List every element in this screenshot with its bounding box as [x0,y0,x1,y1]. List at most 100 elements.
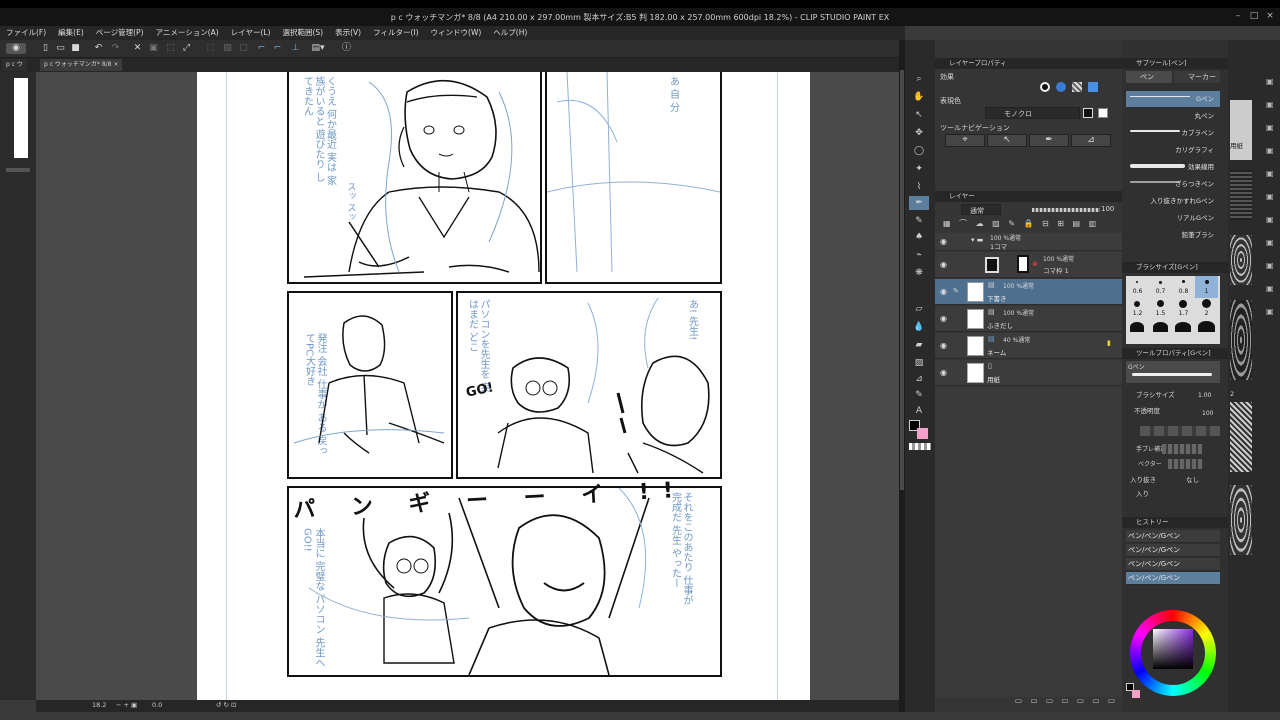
lasso-icon[interactable]: ◯ [909,144,929,158]
layer-row-folder[interactable]: ◉ ▾ ▬ 100 %通常 1コマ [935,233,1122,251]
page-thumbnail[interactable] [14,78,28,158]
brush-size-cell[interactable] [1195,320,1218,344]
clear-outside-icon[interactable]: ▣ [148,43,159,54]
menu-view[interactable]: 表示(V) [329,26,367,40]
layer-color-icon[interactable] [1088,82,1098,92]
reference-icon[interactable]: ▮ [1107,339,1111,347]
color-wheel[interactable] [1130,610,1216,696]
nav-layer-button[interactable]: ⌖ [945,134,985,147]
menu-animation[interactable]: アニメーション(A) [150,26,225,40]
material-thumb[interactable] [1230,485,1252,555]
visibility-eye-icon[interactable]: ◉ [940,287,947,296]
layer-row-draft[interactable]: ◉ ✎ ▤ 100 %通常 下書き [935,279,1122,305]
layer-row-paper[interactable]: ◉ ▯ 用紙 [935,360,1122,386]
sub-tool-round-pen[interactable]: 丸ペン [1126,108,1220,124]
brush-size-cell[interactable] [1126,320,1149,344]
blend-tool-icon[interactable]: 💧 [909,320,929,334]
snap-grid-icon[interactable]: ⊥ [290,43,301,54]
snap-ruler-icon[interactable]: ⌐ [256,43,267,54]
visibility-eye-icon[interactable]: ◉ [940,368,947,377]
layer-toolbar-icons[interactable]: ▦ ⌒ ☁ ▨ ✎ 🔒 ⊟ ⊞ ▤ ▥ [943,218,1099,229]
undo-icon[interactable]: ↶ [93,43,104,54]
anti-alias-selector[interactable] [1140,426,1220,436]
minimize-icon[interactable]: – [1232,11,1244,21]
nav-pen-button[interactable]: ✒ [1029,134,1069,147]
mono-black-swatch[interactable] [1083,108,1093,118]
tool-property-tab[interactable]: ツールプロパティ[Gペン] [1122,348,1228,359]
tone-effect-icon[interactable] [1056,82,1066,92]
expand-selection-icon[interactable]: ▢ [238,43,249,54]
doc-tab-2[interactable]: p c ウォッチマンガ* 8/8 × [40,59,123,71]
snap-ruler-icon-2[interactable]: ⌐ [272,43,283,54]
scroll-thumb[interactable] [900,70,904,490]
opacity-value[interactable]: 100 [1202,410,1213,417]
fill-tool-icon[interactable]: ▰ [909,338,929,352]
airbrush-tool-icon[interactable]: ⌁ [909,248,929,262]
maximize-icon[interactable]: □ [1248,11,1260,21]
brush-size-value[interactable]: 1.00 [1198,392,1211,399]
material-thumb[interactable] [1230,235,1252,285]
tab-pen[interactable]: ペン [1126,71,1172,83]
brush-size-tab[interactable]: ブラシサイズ[Gペン] [1122,262,1228,273]
pencil-tool-icon[interactable]: ✎ [909,214,929,228]
deselect-icon[interactable]: ⬚ [205,43,216,54]
open-file-icon[interactable]: ▭ [55,43,66,54]
material-thumb[interactable] [1230,402,1252,472]
pen-tool-icon[interactable]: ✒ [909,196,929,210]
layer-property-tab[interactable]: レイヤープロパティ [935,58,1122,69]
panel-2[interactable]: あ 自 分 [545,72,722,284]
panel-3[interactable]: 発注 会社 仕事が ある 戻ってPC大好き [287,291,453,479]
screentone-icon[interactable] [1072,82,1082,92]
zoom-readout[interactable]: 18.2 [92,701,106,709]
zoom-tool-icon[interactable]: ⌕ [909,72,929,86]
decoration-tool-icon[interactable]: ❋ [909,266,929,280]
tab-marker[interactable]: マーカー [1174,71,1220,83]
brush-size-cell[interactable]: 0.8 [1172,276,1195,298]
menu-page[interactable]: ページ管理(P) [90,26,150,40]
blend-mode-select[interactable]: 通常 [961,204,1001,215]
brush-size-cell[interactable]: 1.5 [1149,298,1172,320]
material-thumb[interactable] [1230,100,1252,160]
brush-size-cell[interactable]: 2 [1195,298,1218,320]
mask-off-icon[interactable]: ⊗ [1032,260,1038,268]
in-label[interactable]: 入り [1136,488,1149,498]
panel-1[interactable]: くうえ 何か最近 実は 家族がいると 遊びたり してきたん スッ スッ [287,72,542,284]
nav-select-button[interactable]: ↖ [987,134,1027,147]
balloon-tool-icon[interactable]: ✎ [909,388,929,402]
brush-size-cell-selected[interactable]: 1 [1195,276,1218,298]
menu-layer[interactable]: レイヤー(L) [225,26,277,40]
hand-tool-icon[interactable]: ✋ [909,90,929,104]
fill-icon[interactable]: ⬚ [165,43,176,54]
new-file-icon[interactable]: ▯ [40,43,51,54]
eyedropper-icon[interactable]: ⌇ [909,180,929,194]
history-item[interactable]: ペン/ペン/Gペン [1126,558,1220,571]
in-out-value[interactable]: なし [1186,474,1199,484]
move-layer-icon[interactable]: ✥ [909,126,929,140]
stabilize-slider[interactable] [1162,444,1202,454]
history-tab[interactable]: ヒストリー [1122,517,1228,528]
zoom-buttons[interactable]: − + ▣ [116,701,137,709]
menu-help[interactable]: ヘルプ(H) [487,26,533,40]
layer-row-frame[interactable]: ◉ ⊗ 100 %通常 コマ枠 1 [935,252,1122,278]
brush-size-cell[interactable]: 1.7 [1172,298,1195,320]
menu-file[interactable]: ファイル(F) [0,26,52,40]
history-item[interactable]: ペン/ペン/Gペン [1126,544,1220,557]
visibility-eye-icon[interactable]: ◉ [940,260,947,269]
brush-size-cell[interactable]: 1.2 [1126,298,1149,320]
transparent-swatch[interactable] [909,443,931,450]
doc-tab-1[interactable]: p c ウ [2,59,27,71]
eraser-tool-icon[interactable]: ▱ [909,302,929,316]
clip-studio-icon[interactable]: ◉ [6,43,26,54]
brush-size-cell[interactable] [1149,320,1172,344]
layer-row-balloon[interactable]: ◉ ▤ 100 %通常 ふきだし [935,306,1122,332]
panel-5[interactable]: パ ン ギ ー ー イ !! 本当に 完璧な パソコン 先生へ GO!! それを… [287,478,722,677]
vector-slider[interactable] [1168,459,1202,469]
menu-window[interactable]: ウィンドウ(W) [425,26,488,40]
color-square[interactable] [1153,629,1193,669]
visibility-eye-icon[interactable]: ◉ [940,341,947,350]
text-tool-icon[interactable]: A [909,404,929,418]
invert-selection-icon[interactable]: ▨ [222,43,233,54]
sub-tool-faded-gpen[interactable]: 入り抜きかすれGペン [1126,193,1220,209]
mono-white-swatch[interactable] [1098,108,1108,118]
operation-tool-icon[interactable]: ↖ [909,108,929,122]
